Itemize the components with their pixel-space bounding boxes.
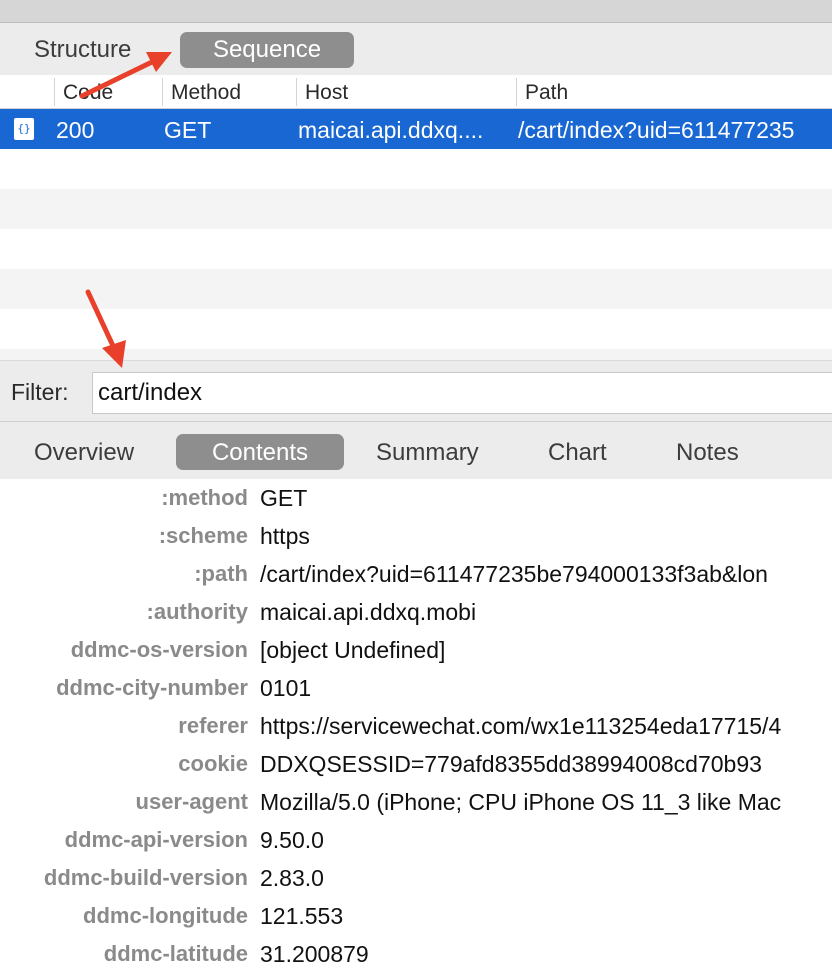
header-key: ddmc-city-number	[56, 675, 248, 700]
table-row-empty	[0, 309, 832, 349]
header-value: 31.200879	[260, 941, 369, 967]
header-key: ddmc-latitude	[103, 941, 248, 966]
header-value: /cart/index?uid=611477235be794000133f3ab…	[260, 561, 768, 587]
header-value: https://servicewechat.com/wx1e113254eda1…	[260, 713, 782, 739]
tab-overview[interactable]: Overview	[34, 434, 134, 470]
header-key: ddmc-longitude	[83, 903, 248, 928]
tab-contents[interactable]: Contents	[176, 434, 344, 470]
request-table-header: Code Method Host Path	[0, 75, 832, 109]
header-value: maicai.api.ddxq.mobi	[260, 599, 477, 625]
header-row: referer https://servicewechat.com/wx1e11…	[0, 707, 832, 745]
header-value: GET	[260, 485, 308, 511]
table-row-selected[interactable]: {} 200 GET maicai.api.ddxq.... /cart/ind…	[0, 109, 832, 149]
header-row: ddmc-city-number 0101	[0, 669, 832, 707]
table-row-empty	[0, 349, 832, 360]
header-key: :authority	[146, 599, 248, 624]
filter-bar: Filter:	[0, 360, 832, 421]
filter-input[interactable]	[92, 372, 832, 414]
column-header-method[interactable]: Method	[162, 78, 297, 106]
header-key: :scheme	[158, 523, 248, 548]
header-row: ddmc-os-version [object Undefined]	[0, 631, 832, 669]
header-value: 9.50.0	[260, 827, 324, 853]
header-row: :scheme https	[0, 517, 832, 555]
header-row: :method GET	[0, 479, 832, 517]
view-tab-bar: Structure Sequence	[0, 23, 832, 75]
tab-notes[interactable]: Notes	[676, 434, 739, 470]
header-value: 0101	[260, 675, 312, 701]
tab-summary[interactable]: Summary	[376, 434, 479, 470]
header-row: ddmc-build-version 2.83.0	[0, 859, 832, 897]
header-row: user-agent Mozilla/5.0 (iPhone; CPU iPho…	[0, 783, 832, 821]
header-row: :path /cart/index?uid=611477235be7940001…	[0, 555, 832, 593]
column-header-host[interactable]: Host	[296, 78, 517, 106]
header-value: DDXQSESSID=779afd8355dd38994008cd70b93	[260, 751, 762, 777]
header-row: cookie DDXQSESSID=779afd8355dd38994008cd…	[0, 745, 832, 783]
header-value: 2.83.0	[260, 865, 324, 891]
cell-method: GET	[164, 117, 212, 143]
window-top-strip	[0, 0, 832, 23]
header-value: [object Undefined]	[260, 637, 446, 663]
header-row: ddmc-latitude 31.200879	[0, 935, 832, 973]
column-header-code[interactable]: Code	[54, 78, 169, 106]
header-row: ddmc-longitude 121.553	[0, 897, 832, 935]
table-row-empty	[0, 149, 832, 189]
tab-structure[interactable]: Structure	[34, 32, 131, 68]
header-key: :method	[161, 485, 248, 510]
header-value: https	[260, 523, 310, 549]
header-key: ddmc-os-version	[70, 637, 248, 662]
tab-chart[interactable]: Chart	[548, 434, 607, 470]
table-row-empty	[0, 229, 832, 269]
detail-tab-bar: Overview Contents Summary Chart Notes	[0, 421, 832, 479]
header-key: ddmc-build-version	[43, 865, 248, 890]
header-key: user-agent	[135, 789, 248, 814]
cell-path: /cart/index?uid=611477235	[518, 117, 795, 143]
filter-label: Filter:	[11, 379, 69, 405]
json-document-icon: {}	[14, 118, 34, 140]
header-value: Mozilla/5.0 (iPhone; CPU iPhone OS 11_3 …	[260, 789, 782, 815]
column-header-path[interactable]: Path	[516, 78, 832, 106]
header-key: ddmc-api-version	[64, 827, 248, 852]
header-key: cookie	[178, 751, 248, 776]
table-row-empty	[0, 189, 832, 229]
table-row-empty	[0, 269, 832, 309]
header-key: referer	[178, 713, 248, 738]
cell-code: 200	[56, 117, 95, 143]
header-value: 121.553	[260, 903, 344, 929]
tab-sequence[interactable]: Sequence	[180, 32, 354, 68]
header-row: :authority maicai.api.ddxq.mobi	[0, 593, 832, 631]
header-key: :path	[194, 561, 248, 586]
header-row: ddmc-api-version 9.50.0	[0, 821, 832, 859]
cell-host: maicai.api.ddxq....	[298, 117, 484, 143]
